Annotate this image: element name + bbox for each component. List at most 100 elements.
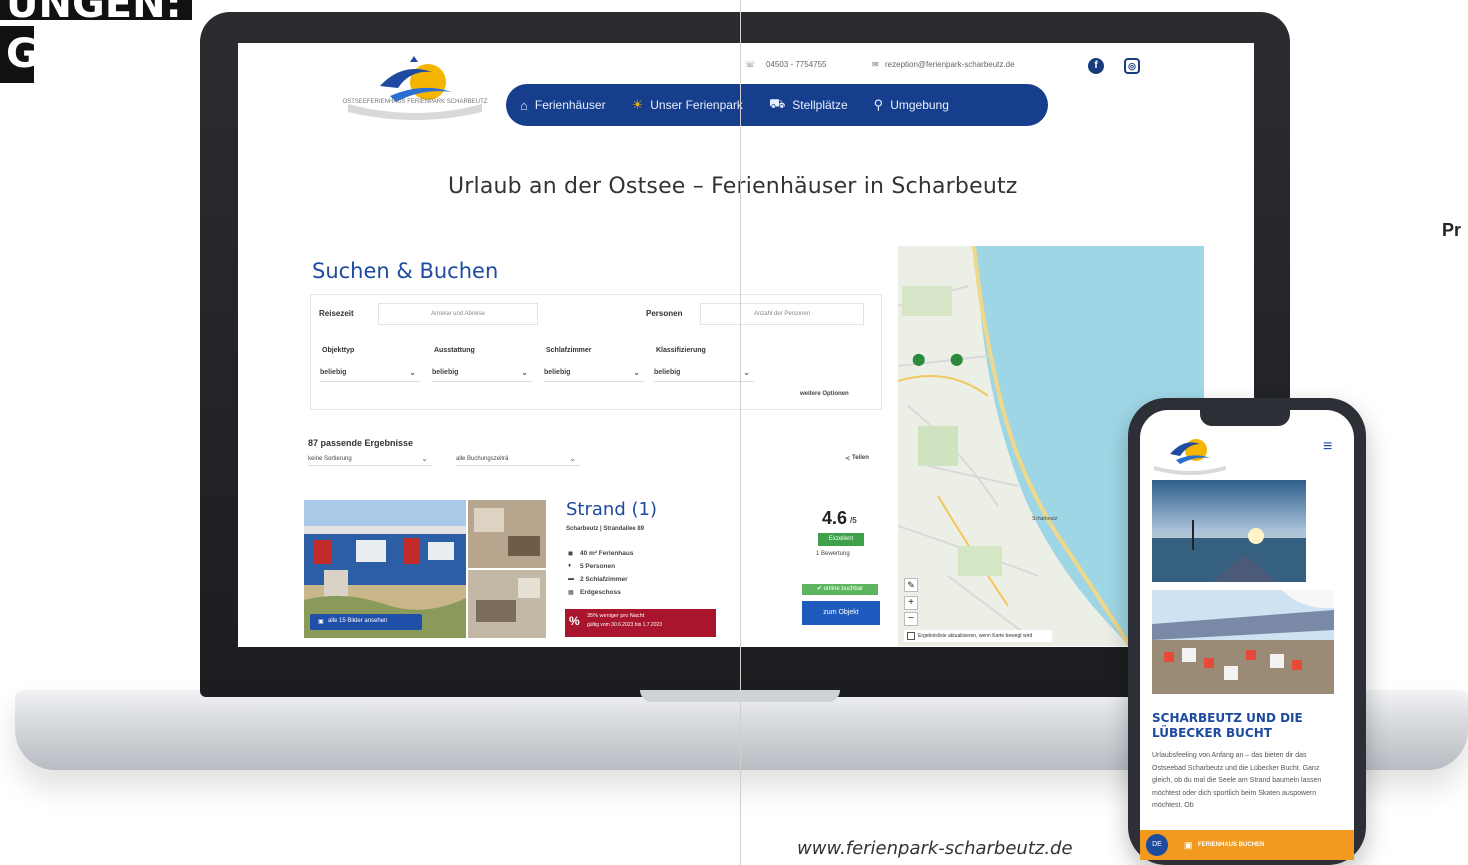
- persons-label: Personen: [646, 309, 683, 318]
- person-icon: ♦: [568, 563, 572, 569]
- camper-icon: ⛟: [768, 96, 786, 111]
- select-value: alle Buchungszeiträ: [456, 456, 509, 462]
- page-seam: [740, 0, 741, 865]
- nav-item-umgebung[interactable]: ⚲ Umgebung: [874, 97, 949, 113]
- listing-photo-interior-2[interactable]: [468, 570, 546, 638]
- book-holiday-home-button[interactable]: FERIENHAUS BUCHEN: [1198, 842, 1264, 848]
- promo-line-1: 35% weniger pro Nacht: [587, 613, 645, 619]
- logo-text: OSTSEEFERIENHAUS FERIENPARK SCHARBEUTZ: [342, 99, 488, 105]
- house-icon: ⌂: [520, 97, 528, 113]
- filter-select-schlafzimmer[interactable]: beliebig ⌄: [544, 364, 644, 382]
- more-options-link[interactable]: weitere Optionen: [800, 391, 849, 397]
- bookable-badge: ✔ online buchbar: [802, 584, 878, 595]
- chevron-down-icon: ⌄: [633, 368, 640, 377]
- promo-line-2: gültig vom 30.6.2023 bis 1.7.2023: [587, 622, 663, 628]
- chevron-down-icon: ⌄: [569, 454, 576, 463]
- phone-hero-photo: [1152, 480, 1306, 582]
- feature-area: 40 m² Ferienhaus: [580, 550, 634, 557]
- to-object-button[interactable]: zum Objekt: [802, 601, 880, 625]
- select-value: beliebig: [654, 369, 681, 376]
- select-value: beliebig: [320, 369, 347, 376]
- site-logo[interactable]: [340, 52, 490, 122]
- floor-icon: ▦: [568, 590, 574, 596]
- all-photos-label: alle 15 Bilder ansehen: [328, 618, 388, 624]
- select-value: keine Sortierung: [308, 456, 352, 462]
- results-count: 87 passende Ergebnisse: [308, 438, 414, 448]
- chevron-down-icon: ⌄: [743, 368, 750, 377]
- page-title: Urlaub an der Ostsee – Ferienhäuser in S…: [448, 174, 1018, 199]
- nav-item-ferienhaeuser[interactable]: ⌂ Ferienhäuser: [520, 98, 606, 113]
- filter-select-objekttyp[interactable]: beliebig ⌄: [320, 364, 420, 382]
- filter-label-schlafzimmer: Schlafzimmer: [546, 347, 592, 354]
- website-url: www.ferienpark-scharbeutz.de: [797, 838, 1073, 859]
- contact-email[interactable]: rezeption@ferienpark-scharbeutz.de: [885, 60, 1015, 69]
- persons-input[interactable]: Anzahl der Personen: [700, 303, 864, 325]
- chevron-down-icon: ⌄: [521, 368, 528, 377]
- percent-icon: %: [569, 614, 580, 628]
- review-count: 1 Bewertung: [816, 551, 850, 557]
- travel-label: Reisezeit: [319, 309, 354, 318]
- select-value: beliebig: [544, 369, 571, 376]
- main-nav: ⌂ Ferienhäuser ☀ Unser Ferienpark ⛟ Stellpl…: [506, 84, 1048, 126]
- phone-restaurant-photo: [1152, 590, 1334, 694]
- filter-label-klassifizierung: Klassifizierung: [656, 347, 706, 354]
- rating-suffix: /5: [850, 516, 857, 525]
- map-refresh-toggle[interactable]: Ergebnisliste aktualisieren, wenn Karte …: [904, 630, 1052, 642]
- phone-notch: [1200, 410, 1290, 426]
- instagram-icon[interactable]: ◎: [1124, 58, 1140, 74]
- nav-item-stellplaetze[interactable]: ⛟ Stellplätze: [769, 96, 848, 114]
- share-button[interactable]: Teilen: [852, 455, 869, 461]
- phone-section-title: SCHARBEUTZ UND DIE LÜBECKER BUCHT: [1152, 711, 1303, 740]
- nav-label: Umgebung: [890, 98, 949, 112]
- nav-label: Unser Ferienpark: [650, 98, 743, 112]
- language-switcher[interactable]: DE: [1146, 834, 1168, 856]
- feature-floor: Erdgeschoss: [580, 589, 621, 596]
- listing-photo-interior-1[interactable]: [468, 500, 546, 568]
- page-heading-line-2: G: [0, 26, 39, 83]
- draw-tool-icon[interactable]: ✎: [904, 578, 918, 592]
- phone-icon: ☏: [745, 60, 756, 69]
- select-value: beliebig: [432, 369, 459, 376]
- mail-icon: ✉: [872, 60, 879, 69]
- map-place-label: Scharbeutz: [1032, 516, 1058, 522]
- zoom-in-button[interactable]: +: [904, 596, 918, 610]
- phone-logo[interactable]: [1150, 432, 1230, 476]
- filter-label-ausstattung: Ausstattung: [434, 347, 475, 354]
- contact-phone[interactable]: 04503 - 7754755: [766, 60, 827, 69]
- bed-icon: ▬: [568, 576, 574, 582]
- hamburger-menu-icon[interactable]: ≡: [1323, 438, 1332, 456]
- filter-select-klassifizierung[interactable]: beliebig ⌄: [654, 364, 754, 382]
- chevron-down-icon: ⌄: [409, 368, 416, 377]
- nav-label: Ferienhäuser: [534, 98, 606, 112]
- binoculars-icon: ⚲: [873, 97, 884, 112]
- facebook-icon[interactable]: f: [1088, 58, 1104, 74]
- chevron-down-icon: ⌄: [421, 454, 428, 463]
- checkbox-icon[interactable]: [907, 632, 915, 640]
- share-icon: ≺: [845, 456, 851, 462]
- beach-icon: ☀: [631, 97, 644, 112]
- filter-select-ausstattung[interactable]: beliebig ⌄: [432, 364, 532, 382]
- nav-item-ferienpark[interactable]: ☀ Unser Ferienpark: [632, 97, 743, 113]
- phone-section-text: Urlaubsfeeling von Anfang an – das biete…: [1152, 752, 1322, 809]
- search-title: Suchen & Buchen: [312, 259, 499, 283]
- page-heading-line-1: UNGEN:: [0, 0, 192, 24]
- listing-title[interactable]: Strand (1): [566, 499, 657, 520]
- sort-select[interactable]: keine Sortierung ⌄: [308, 452, 432, 466]
- feature-bedrooms: 2 Schlafzimmer: [580, 576, 628, 583]
- map-marker-icon[interactable]: ⬤: [912, 352, 925, 366]
- period-select[interactable]: alle Buchungszeiträ ⌄: [456, 452, 580, 466]
- travel-date-input[interactable]: Anreise und Abreise: [378, 303, 538, 325]
- side-text: Pr: [1442, 220, 1462, 240]
- listing-location: Scharbeutz | Strandallee 89: [566, 526, 645, 532]
- map-refresh-label: Ergebnisliste aktualisieren, wenn Karte …: [918, 633, 1033, 639]
- feature-persons: 5 Personen: [580, 563, 616, 570]
- rating-value: 4.6: [822, 508, 848, 528]
- area-icon: ◼: [568, 551, 573, 557]
- rating-badge: Exzellent: [818, 533, 864, 546]
- filter-label-objekttyp: Objekttyp: [322, 347, 355, 354]
- photo-icon: ▣: [318, 619, 324, 625]
- map-marker-icon[interactable]: ⬤: [950, 352, 963, 366]
- zoom-out-button[interactable]: −: [904, 612, 918, 626]
- calendar-icon: ▣: [1184, 840, 1193, 850]
- nav-label: Stellplätze: [792, 98, 848, 112]
